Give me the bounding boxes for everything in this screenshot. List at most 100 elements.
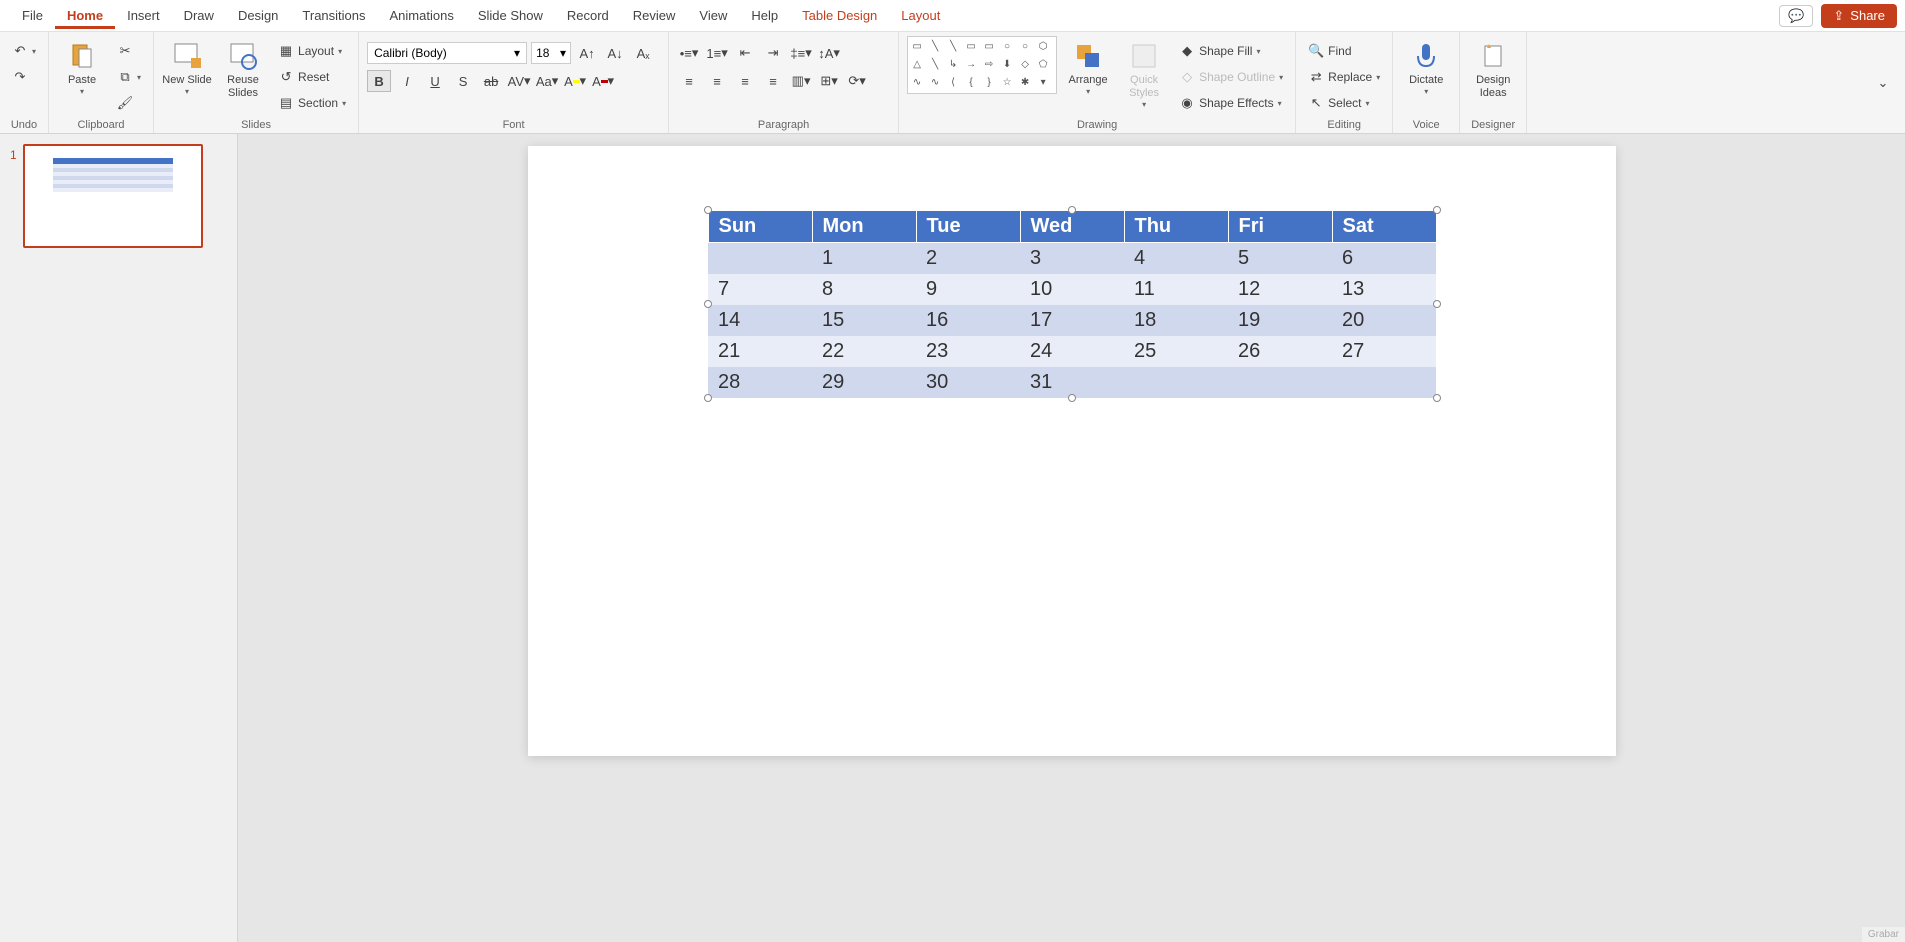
- cell[interactable]: [708, 243, 812, 275]
- dictate-button[interactable]: Dictate▾: [1401, 36, 1451, 97]
- highlight-button[interactable]: A▾: [563, 70, 587, 92]
- align-right-button[interactable]: ≡: [733, 70, 757, 92]
- cell[interactable]: 27: [1332, 336, 1436, 367]
- menu-help[interactable]: Help: [739, 2, 790, 29]
- arrange-button[interactable]: Arrange▾: [1063, 36, 1113, 97]
- slide-1[interactable]: Sun Mon Tue Wed Thu Fri Sat 123456 78910…: [528, 146, 1616, 756]
- redo-button[interactable]: ↷: [8, 66, 40, 88]
- slide-canvas-area[interactable]: Sun Mon Tue Wed Thu Fri Sat 123456 78910…: [238, 134, 1905, 942]
- header-sat[interactable]: Sat: [1332, 211, 1436, 243]
- cell[interactable]: 17: [1020, 305, 1124, 336]
- slide-thumbnail-1[interactable]: [23, 144, 203, 248]
- numbering-button[interactable]: 1≡▾: [705, 42, 729, 64]
- reset-button[interactable]: ↺Reset: [274, 66, 350, 88]
- font-size-combo[interactable]: 18▾: [531, 42, 571, 64]
- cut-button[interactable]: ✂: [113, 40, 145, 62]
- selection-handle[interactable]: [704, 394, 712, 402]
- cell[interactable]: 9: [916, 274, 1020, 305]
- cell[interactable]: 21: [708, 336, 812, 367]
- cell[interactable]: 10: [1020, 274, 1124, 305]
- header-tue[interactable]: Tue: [916, 211, 1020, 243]
- shape-outline-button[interactable]: ◇Shape Outline▾: [1175, 66, 1287, 88]
- cell[interactable]: 18: [1124, 305, 1228, 336]
- quick-styles-button[interactable]: Quick Styles▾: [1119, 36, 1169, 110]
- design-ideas-button[interactable]: Design Ideas: [1468, 36, 1518, 100]
- selection-handle[interactable]: [1433, 300, 1441, 308]
- header-thu[interactable]: Thu: [1124, 211, 1228, 243]
- menu-slideshow[interactable]: Slide Show: [466, 2, 555, 29]
- columns-button[interactable]: ▥▾: [789, 70, 813, 92]
- strikethrough-button[interactable]: ab: [479, 70, 503, 92]
- clear-formatting-button[interactable]: Aₓ: [631, 42, 655, 64]
- decrease-indent-button[interactable]: ⇤: [733, 42, 757, 64]
- selection-handle[interactable]: [704, 300, 712, 308]
- change-case-button[interactable]: Aa▾: [535, 70, 559, 92]
- cell[interactable]: 12: [1228, 274, 1332, 305]
- cell[interactable]: 5: [1228, 243, 1332, 275]
- justify-button[interactable]: ≡: [761, 70, 785, 92]
- header-mon[interactable]: Mon: [812, 211, 916, 243]
- menu-table-design[interactable]: Table Design: [790, 2, 889, 29]
- cell[interactable]: 4: [1124, 243, 1228, 275]
- font-color-button[interactable]: A▾: [591, 70, 615, 92]
- cell[interactable]: 2: [916, 243, 1020, 275]
- cell[interactable]: 23: [916, 336, 1020, 367]
- align-text-button[interactable]: ⊞▾: [817, 70, 841, 92]
- cell[interactable]: [1228, 367, 1332, 398]
- smartart-button[interactable]: ⟳▾: [845, 70, 869, 92]
- menu-file[interactable]: File: [10, 2, 55, 29]
- cell[interactable]: 6: [1332, 243, 1436, 275]
- bullets-button[interactable]: •≡▾: [677, 42, 701, 64]
- cell[interactable]: [1332, 367, 1436, 398]
- selection-handle[interactable]: [1433, 394, 1441, 402]
- replace-button[interactable]: ⇄Replace▾: [1304, 66, 1384, 88]
- cell[interactable]: 20: [1332, 305, 1436, 336]
- cell[interactable]: 1: [812, 243, 916, 275]
- cell[interactable]: 3: [1020, 243, 1124, 275]
- menu-record[interactable]: Record: [555, 2, 621, 29]
- paste-button[interactable]: Paste▾: [57, 36, 107, 97]
- decrease-font-button[interactable]: A↓: [603, 42, 627, 64]
- selection-handle[interactable]: [1068, 206, 1076, 214]
- cell[interactable]: 11: [1124, 274, 1228, 305]
- cell[interactable]: 8: [812, 274, 916, 305]
- selection-handle[interactable]: [1068, 394, 1076, 402]
- cell[interactable]: 14: [708, 305, 812, 336]
- cell[interactable]: 29: [812, 367, 916, 398]
- font-name-combo[interactable]: Calibri (Body)▾: [367, 42, 527, 64]
- line-spacing-button[interactable]: ‡≡▾: [789, 42, 813, 64]
- menu-animations[interactable]: Animations: [378, 2, 466, 29]
- calendar-table[interactable]: Sun Mon Tue Wed Thu Fri Sat 123456 78910…: [708, 210, 1437, 398]
- format-painter-button[interactable]: 🖌: [113, 92, 145, 114]
- selection-handle[interactable]: [1433, 206, 1441, 214]
- shapes-gallery[interactable]: ▭╲╲▭▭○○⬡ △╲↳→⇨⬇◇⬠ ∿∿⟨{}☆✱▾: [907, 36, 1057, 94]
- cell[interactable]: 28: [708, 367, 812, 398]
- cell[interactable]: 22: [812, 336, 916, 367]
- increase-font-button[interactable]: A↑: [575, 42, 599, 64]
- menu-design[interactable]: Design: [226, 2, 290, 29]
- share-button[interactable]: ⇪Share: [1821, 4, 1897, 28]
- reuse-slides-button[interactable]: Reuse Slides: [218, 36, 268, 100]
- menu-insert[interactable]: Insert: [115, 2, 172, 29]
- collapse-ribbon-button[interactable]: ⌄: [1871, 72, 1895, 94]
- shape-fill-button[interactable]: ◆Shape Fill▾: [1175, 40, 1287, 62]
- cell[interactable]: 26: [1228, 336, 1332, 367]
- menu-transitions[interactable]: Transitions: [290, 2, 377, 29]
- comments-button[interactable]: 💬: [1779, 5, 1813, 27]
- menu-view[interactable]: View: [687, 2, 739, 29]
- menu-home[interactable]: Home: [55, 2, 115, 29]
- shape-effects-button[interactable]: ◉Shape Effects▾: [1175, 92, 1287, 114]
- menu-draw[interactable]: Draw: [172, 2, 226, 29]
- menu-review[interactable]: Review: [621, 2, 688, 29]
- align-center-button[interactable]: ≡: [705, 70, 729, 92]
- cell[interactable]: 19: [1228, 305, 1332, 336]
- cell[interactable]: 24: [1020, 336, 1124, 367]
- section-button[interactable]: ▤Section▾: [274, 92, 350, 114]
- header-sun[interactable]: Sun: [708, 211, 812, 243]
- copy-button[interactable]: ⧉▾: [113, 66, 145, 88]
- cell[interactable]: [1124, 367, 1228, 398]
- calendar-table-object[interactable]: Sun Mon Tue Wed Thu Fri Sat 123456 78910…: [708, 210, 1437, 398]
- menu-layout[interactable]: Layout: [889, 2, 952, 29]
- underline-button[interactable]: U: [423, 70, 447, 92]
- cell[interactable]: 30: [916, 367, 1020, 398]
